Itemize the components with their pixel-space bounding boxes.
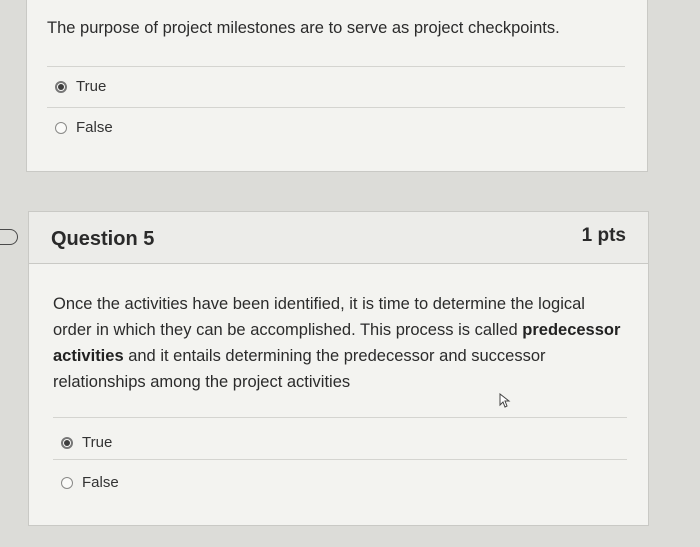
question-points: 1 pts xyxy=(581,225,626,246)
question-4-card: The purpose of project milestones are to… xyxy=(26,0,648,172)
answer-divider xyxy=(53,459,627,460)
answer-label: True xyxy=(76,78,107,95)
answer-option-false[interactable]: False xyxy=(55,119,113,136)
question-text-part: Once the activities have been identified… xyxy=(53,295,585,339)
question-text-part: and it entails determining the predecess… xyxy=(53,347,546,391)
mouse-pointer-icon xyxy=(499,393,511,408)
answer-divider xyxy=(47,66,625,67)
answer-label: True xyxy=(82,434,113,451)
question-header: Question 5 1 pts xyxy=(29,212,648,264)
answer-label: False xyxy=(82,474,119,491)
answer-divider xyxy=(47,107,625,108)
answer-option-true[interactable]: True xyxy=(61,434,112,451)
answer-divider xyxy=(53,417,627,418)
radio-unselected[interactable] xyxy=(55,121,67,134)
radio-selected[interactable] xyxy=(55,80,67,93)
radio-unselected[interactable] xyxy=(61,476,73,489)
question-title: Question 5 xyxy=(51,228,155,250)
answer-label: False xyxy=(76,119,113,136)
radio-selected[interactable] xyxy=(61,436,73,449)
question-5-text: Once the activities have been identified… xyxy=(53,291,623,395)
question-4-text: The purpose of project milestones are to… xyxy=(47,19,560,37)
answer-option-true[interactable]: True xyxy=(55,78,106,95)
question-5-card: Question 5 1 pts Once the activities hav… xyxy=(28,211,649,526)
question-marker-icon xyxy=(0,229,18,245)
answer-option-false[interactable]: False xyxy=(61,474,119,491)
